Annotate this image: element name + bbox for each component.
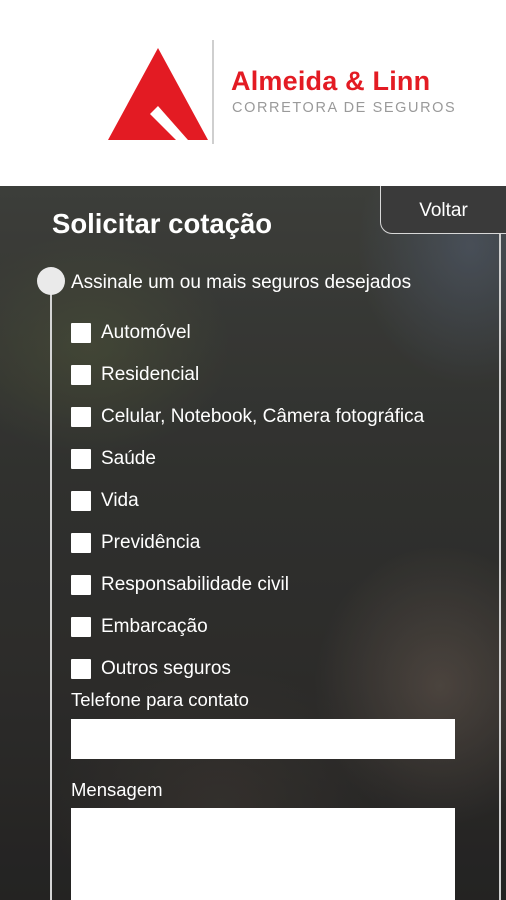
checkbox[interactable] (71, 575, 91, 595)
option-responsabilidade-civil[interactable]: Responsabilidade civil (71, 564, 491, 606)
option-vida[interactable]: Vida (71, 480, 491, 522)
back-button[interactable]: Voltar (380, 186, 506, 234)
option-label: Previdência (101, 532, 201, 553)
brand-logo-icon (108, 48, 208, 140)
option-label: Residencial (101, 364, 200, 385)
option-label: Responsabilidade civil (101, 574, 289, 595)
option-label: Outros seguros (101, 658, 231, 679)
option-label: Automóvel (101, 322, 191, 343)
checkbox[interactable] (71, 323, 91, 343)
option-automovel[interactable]: Automóvel (71, 312, 491, 354)
checkbox[interactable] (71, 407, 91, 427)
phone-label: Telefone para contato (71, 689, 249, 710)
option-saude[interactable]: Saúde (71, 438, 491, 480)
message-textarea[interactable] (71, 808, 455, 900)
checkbox[interactable] (71, 491, 91, 511)
option-label: Saúde (101, 448, 156, 469)
header: Almeida & Linn CORRETORA DE SEGUROS (0, 0, 506, 186)
option-residencial[interactable]: Residencial (71, 354, 491, 396)
option-label: Vida (101, 490, 139, 511)
option-previdencia[interactable]: Previdência (71, 522, 491, 564)
timeline-line (50, 290, 52, 900)
option-label: Celular, Notebook, Câmera fotográfica (101, 406, 425, 427)
timeline-dot (37, 267, 65, 295)
checkbox[interactable] (71, 449, 91, 469)
quote-form-panel: Solicitar cotação Voltar Assinale um ou … (0, 186, 506, 900)
brand-name: Almeida & Linn (231, 66, 431, 96)
checkbox[interactable] (71, 533, 91, 553)
panel-border (499, 234, 501, 900)
option-outros-seguros[interactable]: Outros seguros (71, 648, 491, 690)
option-embarcacao[interactable]: Embarcação (71, 606, 491, 648)
option-label: Embarcação (101, 616, 208, 637)
checkbox[interactable] (71, 659, 91, 679)
phone-input[interactable] (71, 719, 455, 759)
insurance-options: Automóvel Residencial Celular, Notebook,… (71, 312, 491, 690)
logo-divider (212, 40, 214, 144)
page-title: Solicitar cotação (52, 208, 273, 239)
message-label: Mensagem (71, 779, 163, 800)
checkbox[interactable] (71, 365, 91, 385)
checkbox[interactable] (71, 617, 91, 637)
brand-tagline: CORRETORA DE SEGUROS (232, 100, 457, 116)
option-celular-notebook-camera[interactable]: Celular, Notebook, Câmera fotográfica (71, 396, 491, 438)
instruction-text: Assinale um ou mais seguros desejados (71, 272, 412, 293)
